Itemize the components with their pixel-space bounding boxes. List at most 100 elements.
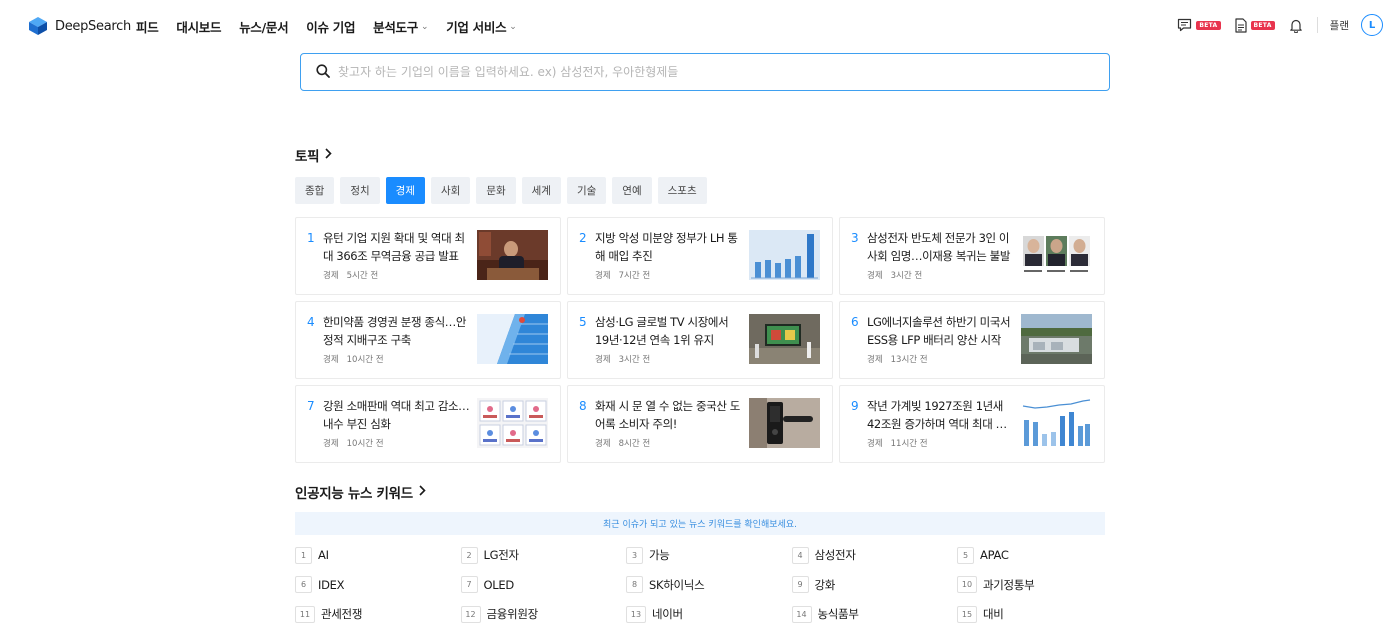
keyword-item[interactable]: 3 가능 <box>626 545 792 565</box>
header-divider <box>1316 17 1318 33</box>
news-thumbnail[interactable] <box>477 230 548 280</box>
news-card[interactable]: 8 화재 시 문 열 수 없는 중국산 도어록 소비자 주의! 경제 8시간 전 <box>567 385 833 463</box>
keyword-item[interactable]: 11 관세전쟁 <box>295 604 461 624</box>
news-meta: 경제 10시간 전 <box>323 353 384 365</box>
news-meta: 경제 11시간 전 <box>867 437 928 449</box>
keyword-rank: 11 <box>295 605 315 623</box>
nav-dashboard[interactable]: 대시보드 <box>176 17 221 36</box>
nav-enterprise-services[interactable]: 기업 서비스 ⌄ <box>446 17 517 36</box>
deepsearch-logo[interactable]: DeepSearch <box>28 16 131 36</box>
keyword-rank: 9 <box>791 576 809 593</box>
keyword-item[interactable]: 8 SK하이닉스 <box>626 575 792 595</box>
news-rank: 9 <box>851 399 859 413</box>
news-rank: 2 <box>579 231 587 245</box>
tab-technology[interactable]: 기술 <box>566 177 607 204</box>
chat-beta-button[interactable]: BETA <box>1177 18 1221 32</box>
nav-analysis-tools[interactable]: 분석도구 ⌄ <box>373 17 428 36</box>
keywords-banner: 최근 이슈가 되고 있는 뉴스 키워드를 확인해보세요. <box>295 512 1105 535</box>
tab-general[interactable]: 종합 <box>295 177 335 204</box>
tab-economy[interactable]: 경제 <box>385 177 425 204</box>
news-category: 경제 <box>595 439 611 449</box>
keyword-item[interactable]: 9 강화 <box>791 575 958 595</box>
keyword-rank: 1 <box>295 546 312 564</box>
tab-society[interactable]: 사회 <box>430 177 471 204</box>
news-time: 7시간 전 <box>618 271 651 281</box>
news-category: 경제 <box>867 439 883 449</box>
news-time: 3시간 전 <box>618 355 651 365</box>
nav-issue-companies[interactable]: 이슈 기업 <box>306 17 355 36</box>
keyword-item[interactable]: 7 OLED <box>460 575 627 595</box>
news-title[interactable]: 삼성전자 반도체 전문가 3인 이사회 임명…이재용 복귀는 불발 <box>867 229 1017 265</box>
news-time: 3시간 전 <box>890 271 923 281</box>
plan-link[interactable]: 플랜 <box>1330 18 1349 33</box>
tab-politics[interactable]: 정치 <box>340 177 380 204</box>
news-thumbnail[interactable] <box>477 314 548 364</box>
news-thumbnail[interactable] <box>477 398 548 448</box>
news-title[interactable]: 강원 소매판매 역대 최고 감소…내수 부진 심화 <box>323 397 473 433</box>
nav-feed[interactable]: 피드 <box>136 17 159 36</box>
news-thumbnail[interactable] <box>1021 314 1092 364</box>
document-beta-button[interactable]: BETA <box>1234 17 1275 33</box>
news-title[interactable]: 지방 악성 미분양 정부가 LH 통해 매입 추진 <box>595 229 745 265</box>
keyword-rank: 5 <box>957 546 974 564</box>
news-time: 10시간 전 <box>346 439 384 449</box>
document-icon <box>1234 17 1247 33</box>
news-card[interactable]: 2 지방 악성 미분양 정부가 LH 통해 매입 추진 경제 7시간 전 <box>567 217 833 295</box>
news-thumbnail[interactable] <box>1021 230 1092 280</box>
news-card[interactable]: 7 강원 소매판매 역대 최고 감소…내수 부진 심화 경제 10시간 전 <box>295 385 561 463</box>
news-meta: 경제 13시간 전 <box>867 353 928 365</box>
keyword-item[interactable]: 15 대비 <box>957 604 1123 624</box>
chevron-down-icon: ⌄ <box>420 21 429 32</box>
news-thumbnail[interactable] <box>1021 398 1092 448</box>
main-nav: 피드 대시보드 뉴스/문서 이슈 기업 분석도구 ⌄ 기업 서비스 ⌄ <box>136 17 535 36</box>
news-title[interactable]: 삼성·LG 글로벌 TV 시장에서 19년·12년 연속 1위 유지 <box>595 313 745 349</box>
news-thumbnail[interactable] <box>749 398 820 448</box>
keyword-item[interactable]: 6 IDEX <box>295 575 461 595</box>
keyword-label: AI <box>318 548 329 562</box>
keyword-item[interactable]: 10 과기정통부 <box>957 575 1123 595</box>
news-card[interactable]: 4 한미약품 경영권 분쟁 종식…안정적 지배구조 구축 경제 10시간 전 <box>295 301 561 379</box>
company-search-bar <box>300 53 1110 91</box>
tab-world[interactable]: 세계 <box>521 177 561 204</box>
keyword-item[interactable]: 14 농식품부 <box>791 604 958 624</box>
tab-culture[interactable]: 문화 <box>476 177 516 204</box>
notification-button[interactable] <box>1289 18 1303 33</box>
news-category: 경제 <box>323 355 339 365</box>
search-icon[interactable] <box>316 63 330 81</box>
keyword-item[interactable]: 12 금융위원장 <box>460 604 627 624</box>
news-title[interactable]: 한미약품 경영권 분쟁 종식…안정적 지배구조 구축 <box>323 313 473 349</box>
nav-news-docs[interactable]: 뉴스/문서 <box>239 17 288 36</box>
keyword-label: LG전자 <box>483 548 520 562</box>
search-input[interactable] <box>338 65 1078 79</box>
news-card[interactable]: 1 유턴 기업 지원 확대 및 역대 최대 366조 무역금융 공급 발표 경제… <box>295 217 561 295</box>
news-rank: 5 <box>579 315 587 329</box>
news-title[interactable]: LG에너지솔루션 하반기 미국서 ESS용 LFP 배터리 양산 시작 <box>867 313 1017 349</box>
tab-entertainment[interactable]: 연예 <box>612 177 652 204</box>
keyword-item[interactable]: 13 네이버 <box>626 604 792 624</box>
keyword-item[interactable]: 5 APAC <box>957 545 1123 565</box>
keyword-item[interactable]: 1 AI <box>295 545 461 565</box>
news-title[interactable]: 작년 가계빚 1927조원 1년새 42조원 증가하며 역대 최대 … <box>867 397 1017 433</box>
news-thumbnail[interactable] <box>749 230 820 280</box>
news-grid: 1 유턴 기업 지원 확대 및 역대 최대 366조 무역금융 공급 발표 경제… <box>295 217 1105 463</box>
news-time: 13시간 전 <box>890 355 928 365</box>
nav-analysis-tools-label: 분석도구 <box>373 20 418 35</box>
news-card[interactable]: 5 삼성·LG 글로벌 TV 시장에서 19년·12년 연속 1위 유지 경제 3… <box>567 301 833 379</box>
topics-heading[interactable]: 토픽 <box>295 145 332 165</box>
news-title[interactable]: 유턴 기업 지원 확대 및 역대 최대 366조 무역금융 공급 발표 <box>323 229 473 265</box>
tab-sports[interactable]: 스포츠 <box>657 177 707 204</box>
news-rank: 1 <box>307 231 315 245</box>
news-card[interactable]: 6 LG에너지솔루션 하반기 미국서 ESS용 LFP 배터리 양산 시작 경제… <box>839 301 1105 379</box>
topic-tabs: 종합 정치 경제 사회 문화 세계 기술 연예 스포츠 <box>295 177 713 204</box>
news-card[interactable]: 9 작년 가계빚 1927조원 1년새 42조원 증가하며 역대 최대 … 경제… <box>839 385 1105 463</box>
news-category: 경제 <box>323 271 339 281</box>
news-card[interactable]: 3 삼성전자 반도체 전문가 3인 이사회 임명…이재용 복귀는 불발 경제 3시… <box>839 217 1105 295</box>
news-thumbnail[interactable] <box>749 314 820 364</box>
keyword-item[interactable]: 2 LG전자 <box>460 545 627 565</box>
keyword-rank: 13 <box>626 605 646 623</box>
user-avatar[interactable]: L <box>1361 14 1383 36</box>
news-title[interactable]: 화재 시 문 열 수 없는 중국산 도어록 소비자 주의! <box>595 397 745 433</box>
keyword-label: 삼성전자 <box>814 548 856 562</box>
ai-keywords-heading[interactable]: 인공지능 뉴스 키워드 <box>295 482 426 502</box>
keyword-item[interactable]: 4 삼성전자 <box>791 545 958 565</box>
